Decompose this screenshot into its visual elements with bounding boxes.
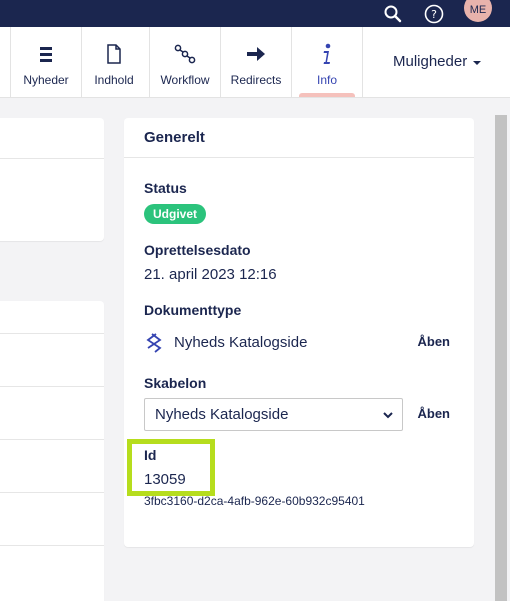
tab-nyheder[interactable]: Nyheder — [11, 27, 82, 97]
divider — [0, 333, 104, 334]
status-label: Status — [144, 180, 187, 196]
doctype-open-link[interactable]: Åben — [418, 334, 451, 349]
template-open-link[interactable]: Åben — [418, 406, 451, 421]
divider — [0, 158, 104, 159]
divider — [0, 492, 104, 493]
divider — [0, 439, 104, 440]
template-select[interactable]: Nyheds Katalogside — [144, 398, 403, 431]
avatar[interactable]: ME — [464, 0, 492, 22]
options-dropdown[interactable]: Muligheder — [393, 53, 482, 70]
arrow-right-icon — [246, 43, 266, 65]
info-icon — [320, 43, 334, 65]
chevron-down-icon — [382, 408, 394, 425]
scrollbar[interactable] — [495, 115, 507, 601]
tab-label: Workflow — [160, 73, 210, 87]
list-icon — [39, 43, 53, 65]
created-value: 21. april 2023 12:16 — [144, 266, 277, 283]
doctype-label: Dokumenttype — [144, 302, 242, 318]
content-card — [0, 118, 104, 241]
active-tab-indicator — [299, 93, 355, 97]
search-icon[interactable] — [382, 0, 404, 27]
panel-title: Generelt — [124, 118, 474, 158]
workflow-icon — [174, 43, 196, 65]
template-label: Skabelon — [144, 375, 207, 391]
document-icon — [106, 43, 122, 65]
guid-value: 3fbc3160-d2ca-4afb-962e-60b932c95401 — [144, 494, 365, 508]
doctype-value: Nyheds Katalogside — [174, 334, 308, 351]
tab-label: Indhold — [94, 73, 134, 87]
tab-label: Info — [316, 73, 337, 87]
divider — [0, 386, 104, 387]
created-label: Oprettelsesdato — [144, 242, 251, 258]
caret-down-icon — [473, 60, 482, 65]
template-value: Nyheds Katalogside — [155, 406, 289, 423]
status-badge: Udgivet — [144, 204, 207, 224]
svg-text:?: ? — [431, 8, 437, 21]
tab-info[interactable]: Info — [292, 27, 363, 97]
highlight-box — [127, 439, 215, 496]
options-label: Muligheder — [393, 53, 468, 70]
tab-label: Nyheder — [23, 73, 69, 87]
top-bar: ? ME — [0, 0, 510, 27]
tab-workflow[interactable]: Workflow — [150, 27, 221, 97]
divider — [0, 545, 104, 546]
content-card — [0, 301, 104, 601]
help-icon[interactable]: ? — [423, 0, 445, 27]
tab-redirects[interactable]: Redirects — [221, 27, 292, 97]
tab-label: Redirects — [230, 73, 282, 87]
app-bar: Nyheder Indhold Workflow Redirects Info … — [0, 27, 510, 98]
tab-indhold[interactable]: Indhold — [79, 27, 150, 97]
document-type-icon — [146, 333, 162, 358]
